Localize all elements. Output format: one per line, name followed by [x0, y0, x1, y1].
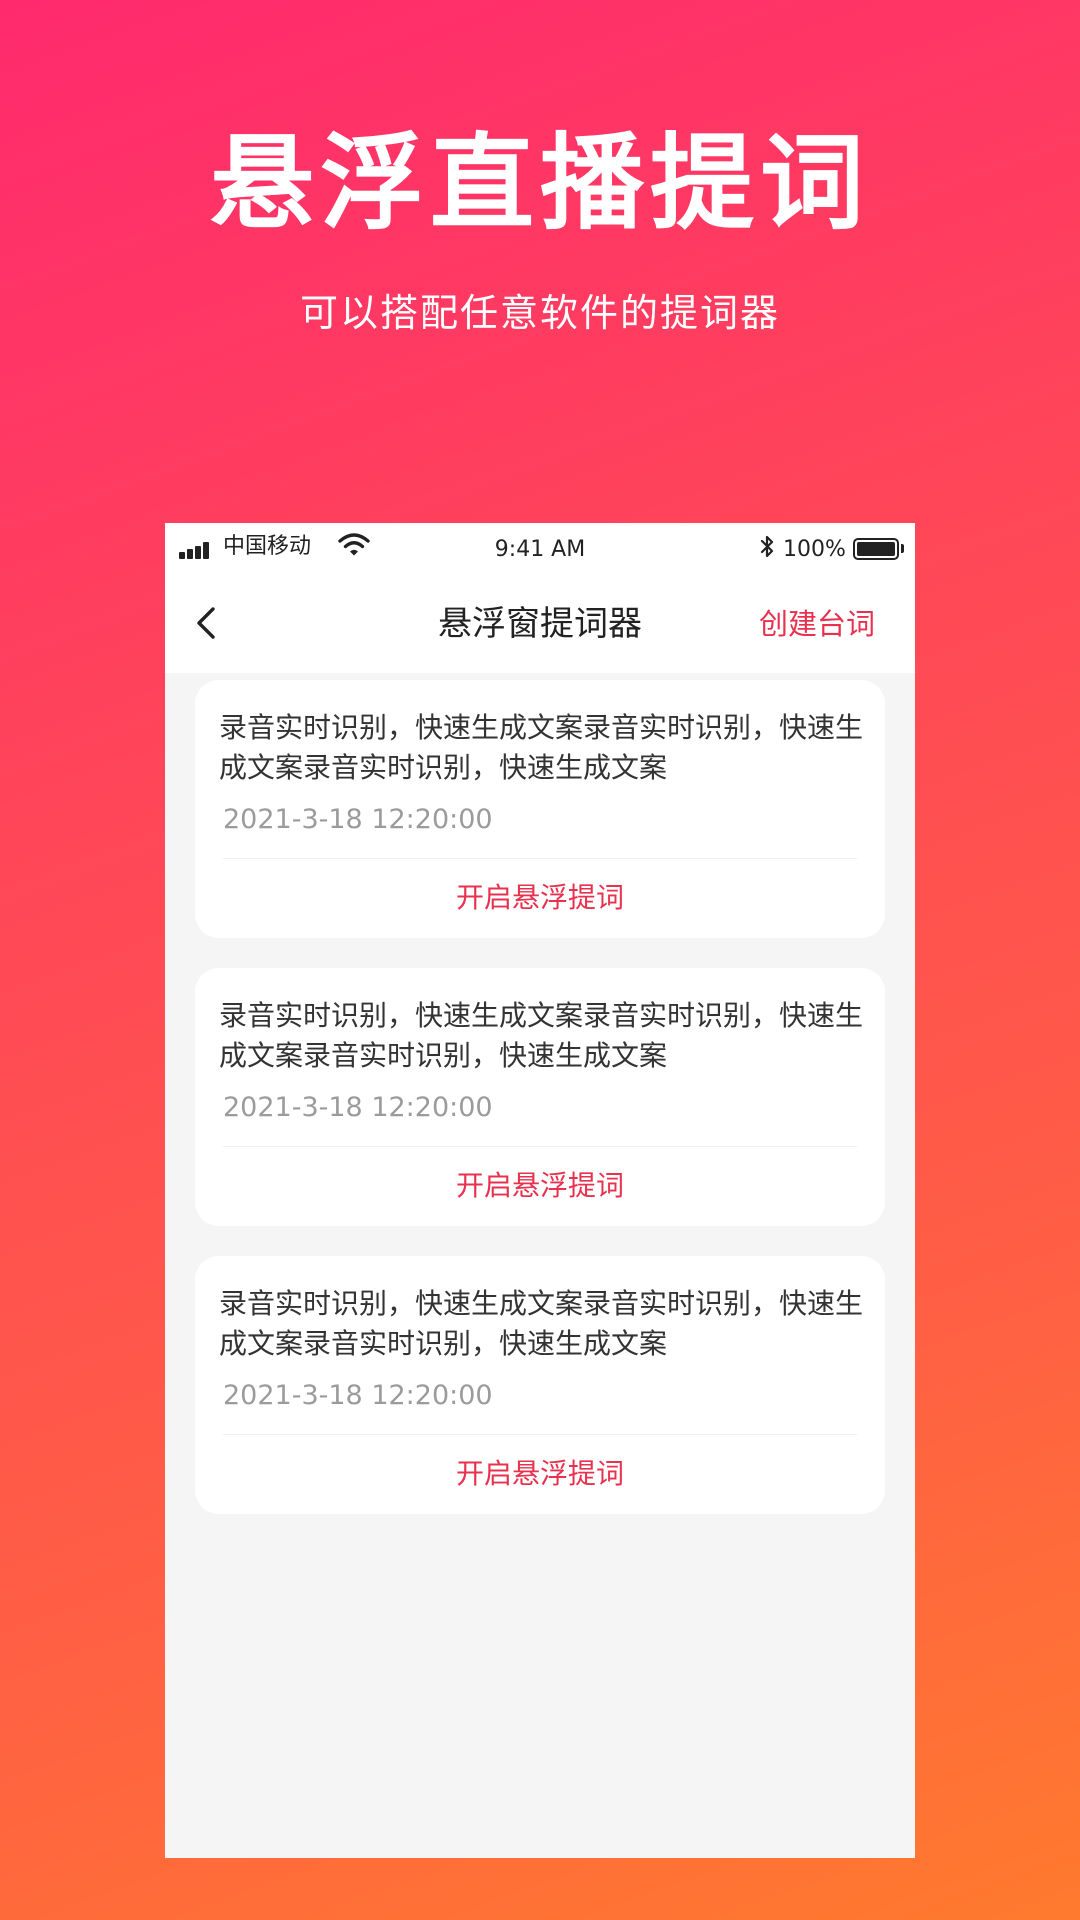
script-card: 录音实时识别，快速生成文案录音实时识别，快速生成文案录音实时识别，快速生成文案 …	[195, 968, 885, 1226]
card-date: 2021-3-18 12:20:00	[223, 1380, 493, 1411]
card-date: 2021-3-18 12:20:00	[223, 1092, 493, 1123]
phone-screen: 中国移动 9:41 AM 100% 悬浮窗提词器 创建台词 录音实时识别，快速生…	[165, 523, 915, 1858]
script-card: 录音实时识别，快速生成文案录音实时识别，快速生成文案录音实时识别，快速生成文案 …	[195, 680, 885, 938]
hero-subtitle: 可以搭配任意软件的提词器	[299, 291, 780, 335]
card-date: 2021-3-18 12:20:00	[223, 804, 493, 835]
card-text: 录音实时识别，快速生成文案录音实时识别，快速生成文案录音实时识别，快速生成文案	[219, 711, 864, 784]
open-floating-prompt-button[interactable]: 开启悬浮提词	[195, 1454, 885, 1494]
nav-bar: 悬浮窗提词器 创建台词	[165, 573, 915, 673]
open-floating-prompt-button[interactable]: 开启悬浮提词	[195, 1166, 885, 1206]
card-divider	[223, 1146, 857, 1147]
battery-tip	[901, 544, 904, 553]
card-divider	[223, 1434, 857, 1435]
status-bar: 中国移动 9:41 AM 100%	[165, 523, 915, 573]
battery-icon	[853, 538, 899, 560]
card-text: 录音实时识别，快速生成文案录音实时识别，快速生成文案录音实时识别，快速生成文案	[219, 1287, 864, 1360]
script-card: 录音实时识别，快速生成文案录音实时识别，快速生成文案录音实时识别，快速生成文案 …	[195, 1256, 885, 1514]
create-script-button[interactable]: 创建台词	[759, 603, 875, 645]
card-text: 录音实时识别，快速生成文案录音实时识别，快速生成文案录音实时识别，快速生成文案	[219, 999, 864, 1072]
card-divider	[223, 858, 857, 859]
battery-percent: 100%	[783, 537, 846, 562]
bluetooth-icon	[760, 535, 774, 558]
hero-title: 悬浮直播提词	[209, 122, 870, 244]
open-floating-prompt-button[interactable]: 开启悬浮提词	[195, 878, 885, 918]
